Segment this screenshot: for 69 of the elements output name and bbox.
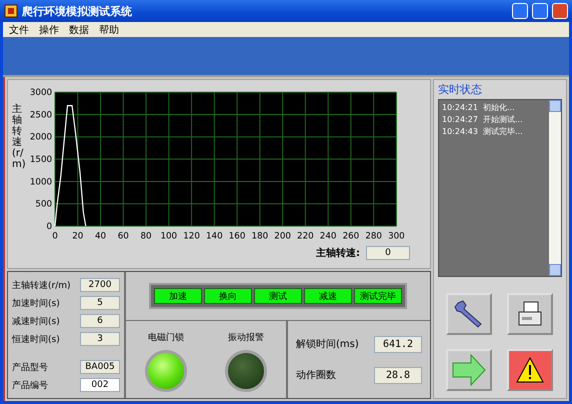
step-indicator: 换向 <box>204 288 252 304</box>
y-tick-label: 2500 <box>30 110 52 120</box>
value-display: 6 <box>80 314 120 328</box>
close-button[interactable] <box>552 3 568 19</box>
x-tick-label: 240 <box>320 232 336 242</box>
print-button[interactable] <box>507 293 553 335</box>
parameter-label: 产品编号 <box>12 380 48 392</box>
readout-label: 主轴转速: <box>316 246 360 260</box>
y-tick-label: 500 <box>35 200 52 210</box>
log-line: 10:24:27 开始测试... <box>442 114 524 125</box>
log-line: 10:24:21 初始化... <box>442 102 516 113</box>
speed-readout: 0 <box>366 246 410 260</box>
right-arrow-icon <box>451 353 487 387</box>
x-tick-label: 60 <box>118 232 129 242</box>
x-tick-label: 220 <box>297 232 314 242</box>
step-indicator: 测试 <box>254 288 302 304</box>
step-indicator: 加速 <box>154 288 202 304</box>
value-display: 28.8 <box>374 366 422 384</box>
warning-icon <box>515 356 545 384</box>
menu-item[interactable]: 文件 <box>9 22 29 36</box>
x-tick-label: 100 <box>160 232 178 242</box>
x-tick-label: 80 <box>140 232 152 242</box>
menu-item[interactable]: 帮助 <box>99 22 119 36</box>
log-line: 10:24:43 测试完毕... <box>442 126 524 137</box>
next-button[interactable] <box>446 349 492 391</box>
value-display: 5 <box>80 296 120 310</box>
settings-button[interactable] <box>446 293 492 335</box>
parameter-label: 减速时间(s) <box>12 316 60 328</box>
lamp-label: 振动报警 <box>228 332 264 344</box>
menu-item[interactable]: 操作 <box>39 22 59 36</box>
app-icon <box>4 4 18 18</box>
x-tick-label: 140 <box>206 232 223 242</box>
measure-label: 动作圈数 <box>296 369 336 382</box>
measure-label: 解锁时间(ms) <box>296 338 359 351</box>
y-tick-label: 1500 <box>30 155 52 166</box>
menu-item[interactable]: 数据 <box>69 22 89 36</box>
value-display: 2700 <box>80 278 120 292</box>
parameter-label: 加速时间(s) <box>12 298 60 310</box>
value-display: 641.2 <box>374 336 422 352</box>
parameter-label: 恒速时间(s) <box>12 334 60 346</box>
y-tick-label: 2000 <box>30 132 52 143</box>
value-display: BA005 <box>80 360 120 374</box>
panel-title: 实时状态 <box>438 82 483 97</box>
window-title: 爬行环境模拟测试系统 <box>22 4 133 18</box>
x-tick-label: 300 <box>388 232 405 242</box>
step-indicator: 测试完毕 <box>354 288 402 304</box>
y-tick-label: 1000 <box>30 177 52 188</box>
parameter-label: 产品型号 <box>12 362 48 374</box>
y-tick-label: 3000 <box>30 88 52 98</box>
wrench-icon <box>454 299 484 329</box>
step-indicator: 减速 <box>304 288 352 304</box>
x-tick-label: 120 <box>183 232 200 242</box>
value-display: 3 <box>80 332 120 346</box>
x-tick-label: 180 <box>252 232 268 242</box>
alarm-button[interactable] <box>507 349 553 391</box>
x-tick-label: 260 <box>342 232 360 242</box>
minimize-button[interactable] <box>512 3 528 19</box>
x-tick-label: 20 <box>72 232 84 242</box>
lamp-label: 电磁门锁 <box>148 332 184 344</box>
x-tick-label: 40 <box>94 232 106 242</box>
input-field[interactable]: 002 <box>80 378 120 392</box>
printer-icon <box>516 300 544 328</box>
y-tick-label: 0 <box>46 222 52 232</box>
x-tick-label: 160 <box>228 232 246 242</box>
x-tick-label: 0 <box>52 232 58 242</box>
x-tick-label: 200 <box>274 232 291 242</box>
x-tick-label: 280 <box>365 232 382 242</box>
maximize-button[interactable] <box>532 3 548 19</box>
parameter-label: 主轴转速(r/m) <box>12 280 71 292</box>
